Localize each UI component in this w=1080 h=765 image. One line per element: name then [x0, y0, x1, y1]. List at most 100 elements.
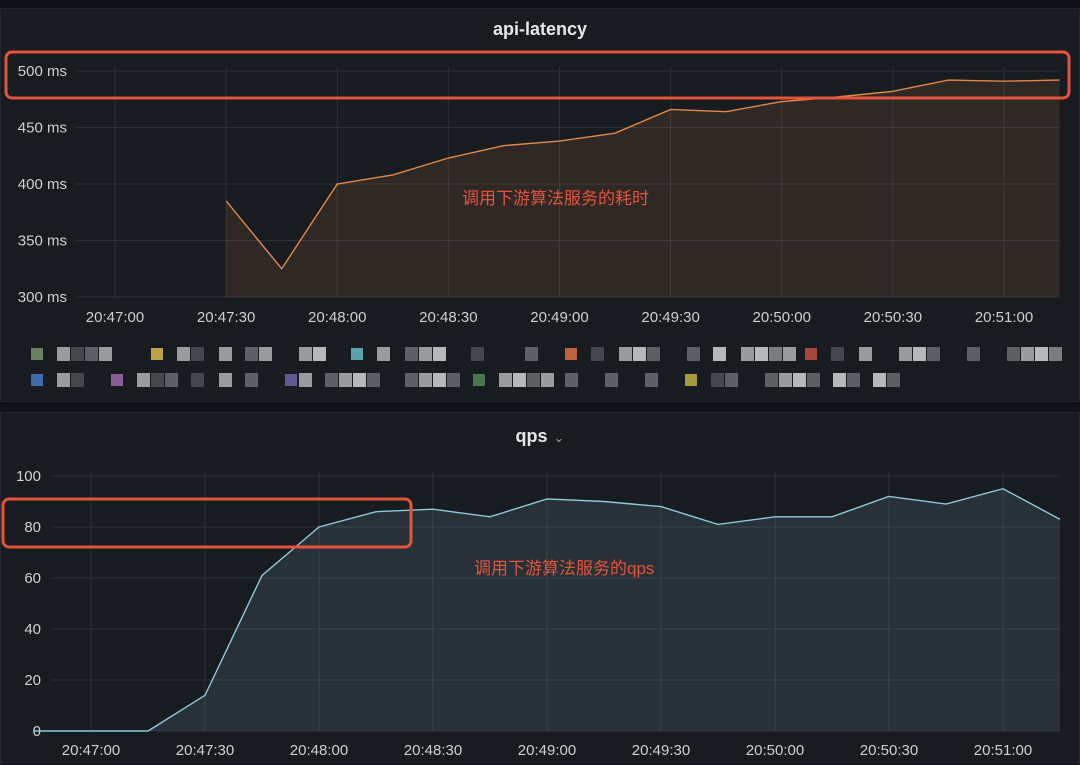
- legend-label-blurred[interactable]: [541, 373, 554, 387]
- legend-label-blurred[interactable]: [765, 373, 778, 387]
- legend-label-blurred[interactable]: [219, 347, 232, 361]
- legend-label-blurred[interactable]: [245, 373, 258, 387]
- legend-label-blurred[interactable]: [57, 373, 70, 387]
- legend-label-blurred[interactable]: [1049, 347, 1062, 361]
- legend-swatch[interactable]: [151, 348, 163, 360]
- legend-swatch[interactable]: [565, 348, 577, 360]
- legend-label-blurred[interactable]: [325, 373, 338, 387]
- legend-label-blurred[interactable]: [259, 347, 272, 361]
- legend-label-blurred[interactable]: [191, 347, 204, 361]
- legend-label-blurred[interactable]: [927, 347, 940, 361]
- legend-label-blurred[interactable]: [433, 373, 446, 387]
- x-tick-label: 20:49:00: [530, 309, 588, 326]
- legend-label-blurred[interactable]: [899, 347, 912, 361]
- legend-swatch[interactable]: [473, 374, 485, 386]
- legend-label-blurred[interactable]: [779, 373, 792, 387]
- legend-label-blurred[interactable]: [405, 347, 418, 361]
- legend-label-blurred[interactable]: [833, 373, 846, 387]
- x-tick-label: 20:49:30: [632, 742, 690, 759]
- legend-label-blurred[interactable]: [847, 373, 860, 387]
- legend-label-blurred[interactable]: [525, 347, 538, 361]
- qps-panel: qps⌄ 02040608010020:47:0020:47:3020:48:0…: [0, 412, 1080, 764]
- legend-label-blurred[interactable]: [405, 373, 418, 387]
- legend-label-blurred[interactable]: [741, 347, 754, 361]
- legend-label-blurred[interactable]: [245, 347, 258, 361]
- legend-label-blurred[interactable]: [71, 373, 84, 387]
- legend-label-blurred[interactable]: [527, 373, 540, 387]
- legend-label-blurred[interactable]: [687, 347, 700, 361]
- legend-label-blurred[interactable]: [419, 347, 432, 361]
- legend-label-blurred[interactable]: [769, 347, 782, 361]
- annotation-text: 调用下游算法服务的耗时: [462, 189, 649, 208]
- legend-label-blurred[interactable]: [377, 347, 390, 361]
- legend-label-blurred[interactable]: [831, 347, 844, 361]
- legend-label-blurred[interactable]: [57, 347, 70, 361]
- legend-label-blurred[interactable]: [367, 373, 380, 387]
- legend-label-blurred[interactable]: [711, 373, 724, 387]
- legend-label-blurred[interactable]: [339, 373, 352, 387]
- legend-label-blurred[interactable]: [419, 373, 432, 387]
- legend-label-blurred[interactable]: [137, 373, 150, 387]
- x-tick-label: 20:47:00: [86, 309, 144, 326]
- x-tick-label: 20:48:30: [419, 309, 477, 326]
- legend-label-blurred[interactable]: [165, 373, 178, 387]
- legend-label-blurred[interactable]: [633, 347, 646, 361]
- latency-chart: 300 ms350 ms400 ms450 ms500 ms20:47:0020…: [1, 9, 1079, 403]
- legend-label-blurred[interactable]: [793, 373, 806, 387]
- legend-label-blurred[interactable]: [177, 347, 190, 361]
- legend-swatch[interactable]: [285, 374, 297, 386]
- legend-label-blurred[interactable]: [1021, 347, 1034, 361]
- legend-label-blurred[interactable]: [99, 347, 112, 361]
- legend-label-blurred[interactable]: [605, 373, 618, 387]
- legend-swatch[interactable]: [685, 374, 697, 386]
- legend-label-blurred[interactable]: [887, 373, 900, 387]
- legend-label-blurred[interactable]: [619, 347, 632, 361]
- latency-panel: api-latency 300 ms350 ms400 ms450 ms500 …: [0, 8, 1080, 402]
- y-tick-label: 500 ms: [18, 63, 67, 80]
- legend-swatch[interactable]: [351, 348, 363, 360]
- legend-label-blurred[interactable]: [713, 347, 726, 361]
- legend-label-blurred[interactable]: [85, 347, 98, 361]
- legend-label-blurred[interactable]: [755, 347, 768, 361]
- legend-label-blurred[interactable]: [471, 347, 484, 361]
- legend-label-blurred[interactable]: [299, 373, 312, 387]
- y-tick-label: 400 ms: [18, 176, 67, 193]
- legend-label-blurred[interactable]: [447, 373, 460, 387]
- annotation-text: 调用下游算法服务的qps: [474, 559, 654, 578]
- x-tick-label: 20:48:00: [290, 742, 348, 759]
- legend-label-blurred[interactable]: [807, 373, 820, 387]
- legend-swatch[interactable]: [111, 374, 123, 386]
- legend-label-blurred[interactable]: [513, 373, 526, 387]
- legend-label-blurred[interactable]: [873, 373, 886, 387]
- legend-label-blurred[interactable]: [313, 347, 326, 361]
- x-tick-label: 20:50:00: [753, 309, 811, 326]
- legend-label-blurred[interactable]: [353, 373, 366, 387]
- legend-label-blurred[interactable]: [783, 347, 796, 361]
- legend-label-blurred[interactable]: [967, 347, 980, 361]
- legend-label-blurred[interactable]: [219, 373, 232, 387]
- legend-label-blurred[interactable]: [71, 347, 84, 361]
- legend-swatch[interactable]: [31, 374, 43, 386]
- legend-label-blurred[interactable]: [725, 373, 738, 387]
- y-tick-label: 350 ms: [18, 233, 67, 250]
- y-tick-label: 20: [24, 672, 41, 689]
- legend-label-blurred[interactable]: [299, 347, 312, 361]
- legend-swatch[interactable]: [31, 348, 43, 360]
- legend-label-blurred[interactable]: [913, 347, 926, 361]
- y-tick-label: 450 ms: [18, 120, 67, 137]
- legend-swatch[interactable]: [805, 348, 817, 360]
- legend-label-blurred[interactable]: [1007, 347, 1020, 361]
- legend-label-blurred[interactable]: [151, 373, 164, 387]
- legend-label-blurred[interactable]: [645, 373, 658, 387]
- legend-label-blurred[interactable]: [647, 347, 660, 361]
- legend-label-blurred[interactable]: [1035, 347, 1048, 361]
- legend-label-blurred[interactable]: [591, 347, 604, 361]
- x-tick-label: 20:47:30: [197, 309, 255, 326]
- legend-label-blurred[interactable]: [565, 373, 578, 387]
- x-tick-label: 20:50:30: [860, 742, 918, 759]
- legend-label-blurred[interactable]: [859, 347, 872, 361]
- legend-label-blurred[interactable]: [433, 347, 446, 361]
- legend-label-blurred[interactable]: [191, 373, 204, 387]
- legend-label-blurred[interactable]: [499, 373, 512, 387]
- y-tick-label: 100: [16, 468, 41, 485]
